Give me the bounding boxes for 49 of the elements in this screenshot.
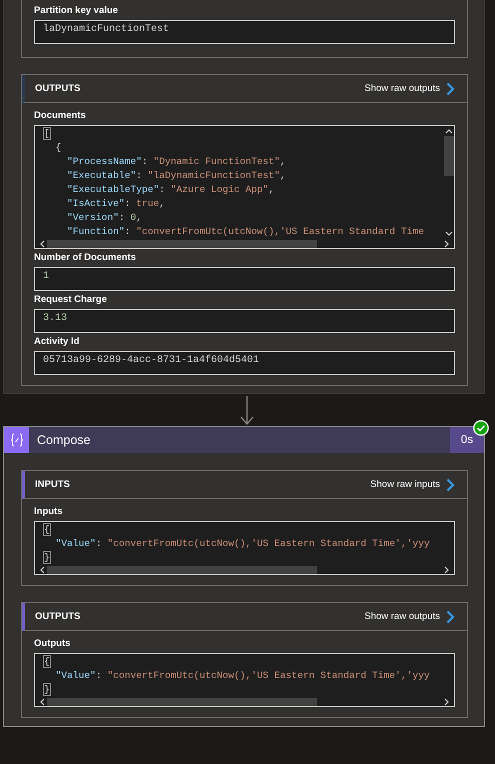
value-field[interactable]: 3.13 [34,309,455,333]
card-title: Compose [36,432,92,449]
field-label: Inputs [34,506,64,517]
section-title: INPUTS [35,479,70,490]
show-raw-link[interactable]: Show raw outputs [364,610,455,624]
code-line: [ [44,127,51,141]
chevron-left-icon [39,240,45,248]
field-label: Number of Documents [34,252,137,263]
chevron-right-icon [446,82,455,96]
field-label: Documents [34,110,87,121]
section-title: OUTPUTS [35,611,80,622]
chevron-right-icon [444,698,450,706]
code-line: { [54,141,62,155]
value-field[interactable]: 05713a99-6289-4acc-8731-1a4f604d5401 [34,351,455,375]
show-raw-link[interactable]: Show raw outputs [364,82,455,96]
value-field[interactable]: 1 [34,267,455,291]
code-line: { [44,523,51,537]
card-header[interactable]: Compose 0s [4,427,484,453]
code-line: "Value": "convertFromUtc(utcNow(),'US Eastern Standard Time','yyy [54,669,431,683]
code-line: "ExecutableType": "Azure Logic App", [66,183,276,197]
chevron-right-icon [444,240,450,248]
code-editor[interactable]: { "Value": "convertFromUtc(utcNow(),'US Eastern Standard Time','yyy } [34,521,455,575]
compose-icon [4,427,29,453]
value-field[interactable]: laDynamicFunctionTest [34,20,455,44]
chevron-right-icon [446,610,455,624]
code-line: "ProcessName": "Dynamic FunctionTest", [66,155,287,169]
code-line: "Value": "convertFromUtc(utcNow(),'US Eastern Standard Time','yyy [54,537,431,551]
code-line: "IsActive": true, [66,197,166,211]
code-line: } [44,551,51,565]
code-editor[interactable] [34,125,455,249]
show-raw-link[interactable]: Show raw inputs [370,478,455,492]
chevron-right-icon [444,566,450,574]
chevron-right-icon [446,478,455,492]
code-line: } [44,683,51,697]
field-label: Activity Id [34,336,80,347]
section-title: OUTPUTS [35,83,80,94]
chevron-up-icon [444,128,452,134]
code-line: "Executable": "laDynamicFunctionTest", [66,169,287,183]
field-label: Outputs [34,638,72,649]
code-line: { [44,655,51,669]
field-label: Request Charge [34,294,108,305]
chevron-left-icon [39,698,45,706]
chevron-down-icon [444,231,452,237]
chevron-left-icon [39,566,45,574]
code-line: "Version": 0, [66,211,143,225]
field-label: Partition key value [34,5,119,16]
code-editor[interactable]: { "Value": "convertFromUtc(utcNow(),'US Eastern Standard Time','yyy } [34,653,455,707]
check-icon [473,420,489,436]
code-line: "Function": "convertFromUtc(utcNow(),'US Eastern Standard Time [66,225,425,239]
